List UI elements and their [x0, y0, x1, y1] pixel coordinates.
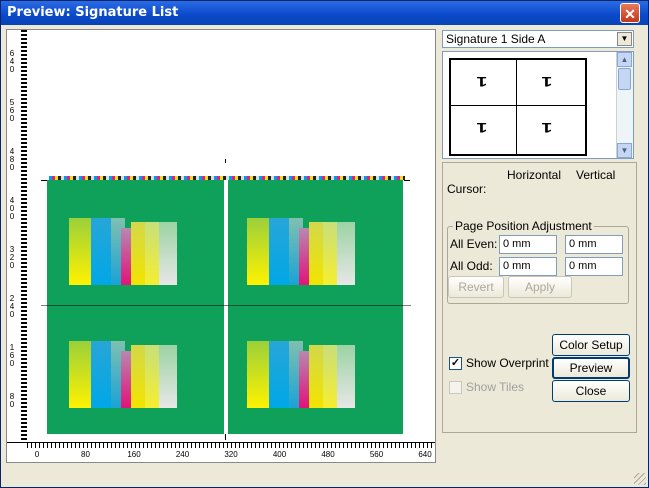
thumbnail-page-number: 1	[476, 74, 488, 90]
thumbnail-page-number: 1	[541, 74, 553, 90]
crop-mark	[404, 180, 410, 181]
vertical-ruler-ticks	[21, 30, 27, 442]
all-odd-label: All Odd:	[450, 259, 493, 273]
color-strip	[131, 345, 145, 408]
horizontal-ruler-label: 400	[272, 450, 287, 459]
horizontal-ruler-ticks	[27, 443, 435, 448]
horizontal-ruler-label: 320	[224, 450, 238, 459]
show-tiles-label[interactable]: Show Tiles	[466, 380, 524, 394]
color-strip	[121, 228, 131, 285]
color-strip	[145, 222, 159, 285]
thumbnail-page-number: 1	[541, 120, 553, 136]
color-strip	[91, 341, 111, 408]
window-close-button[interactable]: ✕	[620, 3, 640, 23]
color-strip	[69, 218, 91, 285]
apply-button[interactable]: Apply	[508, 276, 572, 298]
color-test-patch	[69, 341, 185, 408]
color-strip	[131, 222, 145, 285]
fold-line	[41, 305, 411, 306]
revert-button[interactable]: Revert	[448, 276, 504, 298]
crop-mark	[225, 159, 226, 163]
horizontal-ruler-label: 80	[81, 450, 90, 459]
vertical-ruler-label: 480	[9, 147, 15, 172]
crop-mark	[225, 434, 226, 440]
color-test-patch	[247, 218, 363, 285]
horizontal-label: Horizontal	[507, 168, 562, 182]
thumbnail-divider	[516, 60, 517, 154]
color-setup-button[interactable]: Color Setup	[552, 334, 630, 356]
scroll-up-icon[interactable]: ▲	[617, 52, 632, 67]
title-bar[interactable]: Preview: Signature List ✕	[1, 1, 648, 25]
preview-again-button[interactable]: Preview Again	[552, 357, 630, 393]
window-title: Preview: Signature List	[7, 5, 179, 20]
horizontal-ruler-label: 480	[321, 450, 335, 459]
color-strip	[337, 345, 355, 408]
vertical-ruler-label: 80	[9, 392, 15, 409]
color-strip	[269, 218, 289, 285]
horizontal-ruler-label: 640	[418, 450, 432, 459]
all-even-horizontal-input[interactable]: 0 mm	[499, 235, 557, 254]
color-strip	[145, 345, 159, 408]
resize-grip-icon[interactable]	[634, 473, 646, 485]
color-strip	[299, 228, 309, 285]
show-tiles-checkbox[interactable]	[449, 381, 462, 394]
thumbnail-scrollbar[interactable]: ▲ ▼	[616, 52, 633, 158]
color-strip	[269, 341, 289, 408]
signature-side-value: Signature 1 Side A	[446, 32, 546, 46]
vertical-ruler-label: 160	[9, 343, 15, 368]
color-strip	[299, 351, 309, 408]
all-odd-vertical-input[interactable]: 0 mm	[565, 257, 623, 276]
color-strip	[323, 222, 337, 285]
color-strip	[247, 341, 269, 408]
center-gutter	[224, 180, 228, 434]
all-odd-horizontal-input[interactable]: 0 mm	[499, 257, 557, 276]
vertical-ruler-label: 400	[9, 196, 15, 221]
vertical-ruler-label: 640	[9, 49, 15, 74]
ruler-corner	[7, 442, 27, 462]
status-bar	[1, 471, 648, 487]
check-icon: ✓	[450, 357, 461, 369]
horizontal-ruler-label: 240	[175, 450, 190, 459]
vertical-ruler-label: 320	[9, 245, 15, 270]
thumbnail-grid: 1 1 1 1	[449, 58, 587, 156]
dropdown-arrow-icon[interactable]: ▼	[617, 32, 632, 46]
page-position-adjustment-legend: Page Position Adjustment	[453, 219, 594, 233]
show-overprint-label[interactable]: Show Overprint	[466, 356, 549, 370]
signature-preview-canvas[interactable]: 640 560 480 400 320 240 160 80 0 0 80 160 240 320 400…	[6, 29, 436, 463]
vertical-ruler-label: 560	[9, 98, 15, 123]
close-button[interactable]: Close	[552, 380, 630, 402]
color-strip	[309, 345, 323, 408]
color-strip	[91, 218, 111, 285]
horizontal-ruler-label: 560	[369, 450, 384, 459]
color-strip	[337, 222, 355, 285]
color-strip	[159, 222, 177, 285]
thumbnail-page-number: 1	[476, 120, 488, 136]
cursor-label: Cursor:	[447, 182, 487, 196]
all-even-vertical-input[interactable]: 0 mm	[565, 235, 623, 254]
signature-thumbnail[interactable]: 1 1 1 1 ▲ ▼	[442, 51, 634, 159]
color-strip	[121, 351, 131, 408]
all-even-label: All Even:	[450, 237, 498, 251]
color-strip	[159, 345, 177, 408]
signature-side-select[interactable]: Signature 1 Side A ▼	[442, 30, 634, 48]
crop-mark	[41, 180, 47, 181]
horizontal-ruler-label: 160	[127, 450, 141, 459]
color-strip	[247, 218, 269, 285]
preview-window: Preview: Signature List ✕ 640 560 480 400 32…	[0, 0, 649, 488]
scroll-thumb[interactable]	[618, 68, 631, 90]
thumbnail-divider	[451, 105, 585, 106]
horizontal-ruler: 0 80 160 240 320 400 480 560 640	[27, 442, 435, 462]
color-strip	[309, 222, 323, 285]
color-test-patch	[247, 341, 363, 408]
vertical-ruler: 640560480400320240160800	[7, 30, 27, 450]
color-strip	[69, 341, 91, 408]
scroll-down-icon[interactable]: ▼	[617, 143, 632, 158]
vertical-ruler-label: 240	[9, 294, 15, 319]
color-test-patch	[69, 218, 185, 285]
horizontal-ruler-label: 0	[34, 450, 40, 459]
vertical-label: Vertical	[576, 168, 616, 182]
show-overprint-checkbox[interactable]: ✓	[449, 357, 462, 370]
color-strip	[323, 345, 337, 408]
